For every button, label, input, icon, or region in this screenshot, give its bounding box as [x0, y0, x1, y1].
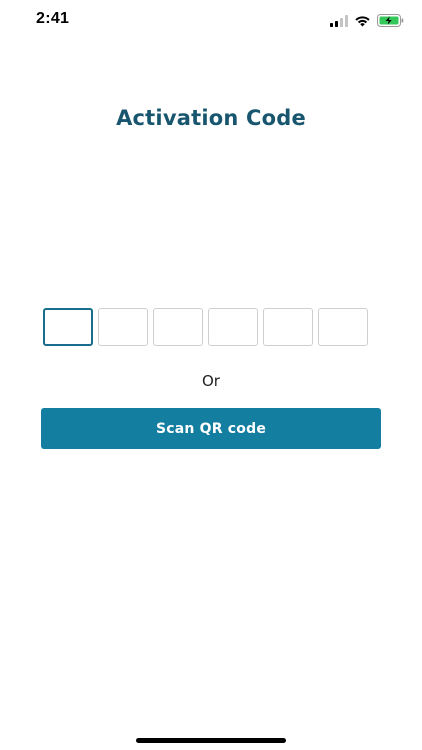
status-time: 2:41	[36, 10, 70, 27]
home-indicator	[136, 738, 286, 743]
status-icons	[330, 12, 404, 31]
scan-qr-code-button[interactable]: Scan QR code	[41, 408, 381, 449]
wifi-icon	[354, 12, 371, 31]
activation-code-input	[43, 308, 368, 346]
page-title: Activation Code	[116, 106, 306, 130]
code-digit-1[interactable]	[43, 308, 93, 346]
battery-charging-icon	[377, 12, 404, 31]
code-digit-2[interactable]	[98, 308, 148, 346]
or-label: Or	[202, 372, 220, 390]
code-digit-5[interactable]	[263, 308, 313, 346]
code-digit-4[interactable]	[208, 308, 258, 346]
code-digit-6[interactable]	[318, 308, 368, 346]
cellular-signal-icon	[330, 12, 348, 31]
status-bar: 2:41	[0, 0, 422, 44]
code-digit-3[interactable]	[153, 308, 203, 346]
